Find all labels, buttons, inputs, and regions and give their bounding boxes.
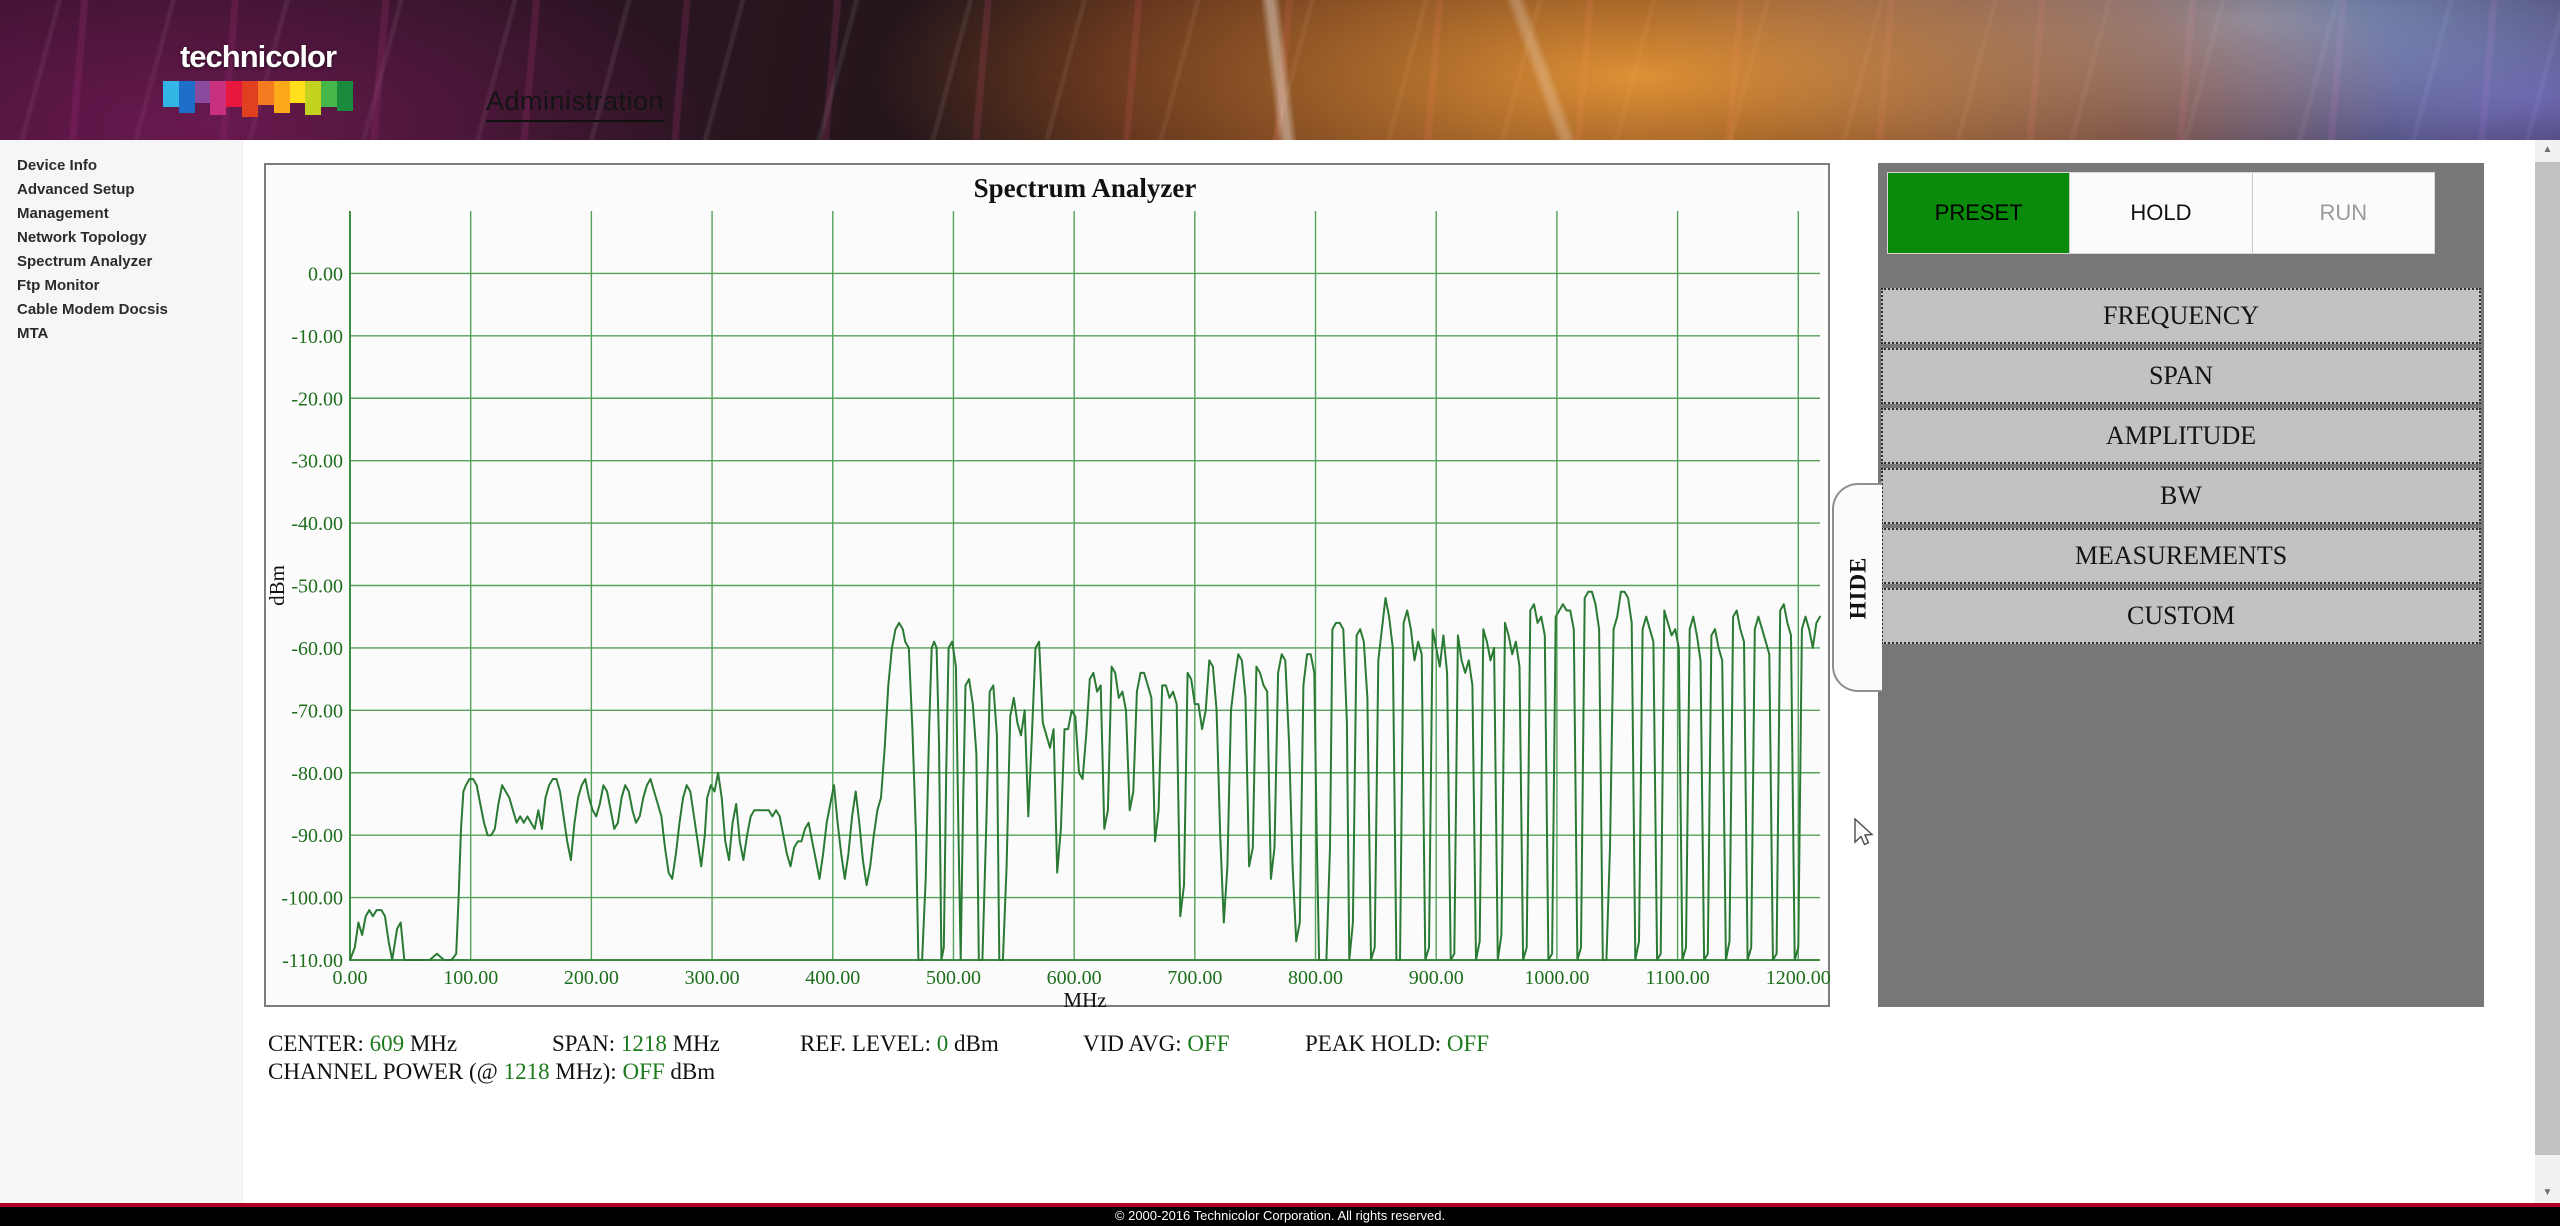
- x-tick-label: 600.00: [1047, 967, 1102, 989]
- logo-color-block: [178, 81, 195, 113]
- logo-color-block: [226, 81, 243, 107]
- sidebar-item-advanced-setup[interactable]: Advanced Setup: [17, 178, 242, 202]
- sidebar-menu: Device Info Advanced Setup Management Netwo…: [0, 140, 242, 346]
- status-field: CENTER: 609 MHz: [268, 1031, 458, 1056]
- spectrum-plot: 0.00 100.00 200.00 300.00 400.00 500.00 600.00…: [266, 211, 1831, 1009]
- logo-color-block: [305, 81, 322, 115]
- y-tick-label: -90.00: [291, 825, 343, 847]
- logo-color-block: [273, 81, 290, 113]
- sidebar-item-mta[interactable]: MTA: [17, 322, 242, 346]
- scrollbar-down-icon[interactable]: ▼: [2535, 1183, 2560, 1203]
- y-tick-label: -20.00: [291, 388, 343, 410]
- technicolor-logo: technicolor: [163, 40, 353, 121]
- status-field: SPAN: 1218 MHz: [552, 1031, 720, 1056]
- frequency-menu-button[interactable]: FREQUENCY: [1881, 288, 2481, 344]
- bw-menu-button[interactable]: BW: [1881, 468, 2481, 524]
- sidebar-item-network-topology[interactable]: Network Topology: [17, 226, 242, 250]
- sidebar: Device Info Advanced Setup Management Netwo…: [0, 140, 243, 1203]
- run-control-buttons: PRESET HOLD RUN: [1887, 172, 2435, 254]
- measurements-menu-button[interactable]: MEASUREMENTS: [1881, 528, 2481, 584]
- scrollbar-thumb[interactable]: [2535, 162, 2560, 1155]
- mouse-cursor-icon: [1854, 818, 1874, 846]
- y-tick-label: -70.00: [291, 700, 343, 722]
- y-tick-label: -60.00: [291, 638, 343, 660]
- footer-copyright: © 2000-2016 Technicolor Corporation. All…: [0, 1207, 2560, 1226]
- spectrum-chart-card: Spectrum Analyzer 0.00 100.00 200.00 300.00…: [264, 163, 1831, 1009]
- logo-color-block: [257, 81, 274, 105]
- span-menu-button[interactable]: SPAN: [1881, 348, 2481, 404]
- sidebar-item-cable-modem-docsis[interactable]: Cable Modem Docsis: [17, 298, 242, 322]
- y-tick-label: 0.00: [308, 263, 343, 285]
- x-tick-label: 1000.00: [1524, 967, 1589, 989]
- logo-color-block: [337, 81, 353, 111]
- logo-color-block: [242, 81, 258, 117]
- y-tick-label: -110.00: [282, 950, 343, 972]
- status-field: VID AVG: OFF: [1083, 1031, 1230, 1056]
- logo-rainbow-bar: [163, 81, 353, 121]
- status-field: PEAK HOLD: OFF: [1305, 1031, 1490, 1056]
- hide-panel-tab[interactable]: HIDE: [1832, 483, 1882, 692]
- logo-text: technicolor: [179, 39, 337, 74]
- status-field: REF. LEVEL: 0 dBm: [800, 1031, 999, 1056]
- x-tick-label: 1200.00: [1766, 967, 1831, 989]
- y-tick-label: -10.00: [291, 326, 343, 348]
- x-tick-label: 900.00: [1409, 967, 1464, 989]
- sidebar-item-spectrum-analyzer[interactable]: Spectrum Analyzer: [17, 250, 242, 274]
- x-tick-label: 800.00: [1288, 967, 1343, 989]
- page: technicolor Administration Device Info Ad…: [0, 0, 2560, 1226]
- y-axis-label: dBm: [266, 565, 289, 606]
- preset-button[interactable]: PRESET: [1888, 173, 2071, 253]
- x-tick-label: 100.00: [443, 967, 498, 989]
- y-tick-label: -30.00: [291, 451, 343, 473]
- amplitude-menu-button[interactable]: AMPLITUDE: [1881, 408, 2481, 464]
- vertical-scrollbar[interactable]: ▲ ▼: [2535, 140, 2560, 1203]
- scrollbar-up-icon[interactable]: ▲: [2535, 140, 2560, 160]
- status-line-1: CENTER: 609 MHz SPAN: 1218 MHz REF. LEVEL:…: [268, 1030, 1525, 1058]
- sidebar-item-device-info[interactable]: Device Info: [17, 154, 242, 178]
- y-tick-label: -50.00: [291, 576, 343, 598]
- hide-tab-label: HIDE: [1845, 556, 1871, 619]
- logo-color-block: [210, 81, 227, 115]
- custom-menu-button[interactable]: CUSTOM: [1881, 588, 2481, 644]
- logo-color-block: [163, 81, 179, 107]
- logo-color-block: [194, 81, 211, 103]
- x-tick-label: 300.00: [685, 967, 740, 989]
- sidebar-item-ftp-monitor[interactable]: Ftp Monitor: [17, 274, 242, 298]
- x-tick-label: 700.00: [1167, 967, 1222, 989]
- x-tick-label: 200.00: [564, 967, 619, 989]
- status-line-2: CHANNEL POWER (@ 1218 MHz): OFF dBm: [268, 1059, 716, 1084]
- status-readout: CENTER: 609 MHz SPAN: 1218 MHz REF. LEVEL:…: [268, 1030, 1525, 1086]
- x-axis-label: MHz: [1063, 988, 1106, 1009]
- logo-color-block: [289, 81, 306, 103]
- y-tick-label: -80.00: [291, 763, 343, 785]
- banner: technicolor Administration: [0, 0, 2560, 140]
- administration-link[interactable]: Administration: [486, 86, 665, 122]
- y-tick-label: -40.00: [291, 513, 343, 535]
- x-tick-label: 500.00: [926, 967, 981, 989]
- logo-color-block: [321, 81, 338, 107]
- x-tick-label: 1100.00: [1645, 967, 1709, 989]
- run-button[interactable]: RUN: [2252, 173, 2434, 253]
- panel-menu: FREQUENCY SPAN AMPLITUDE BW MEASUREMENTS CUST…: [1881, 288, 2481, 648]
- hold-button[interactable]: HOLD: [2070, 173, 2253, 253]
- control-panel: PRESET HOLD RUN FREQUENCY SPAN AMPLITUDE BW ME…: [1878, 163, 2484, 1007]
- sidebar-item-management[interactable]: Management: [17, 202, 242, 226]
- x-tick-label: 400.00: [805, 967, 860, 989]
- y-tick-label: -100.00: [281, 888, 343, 910]
